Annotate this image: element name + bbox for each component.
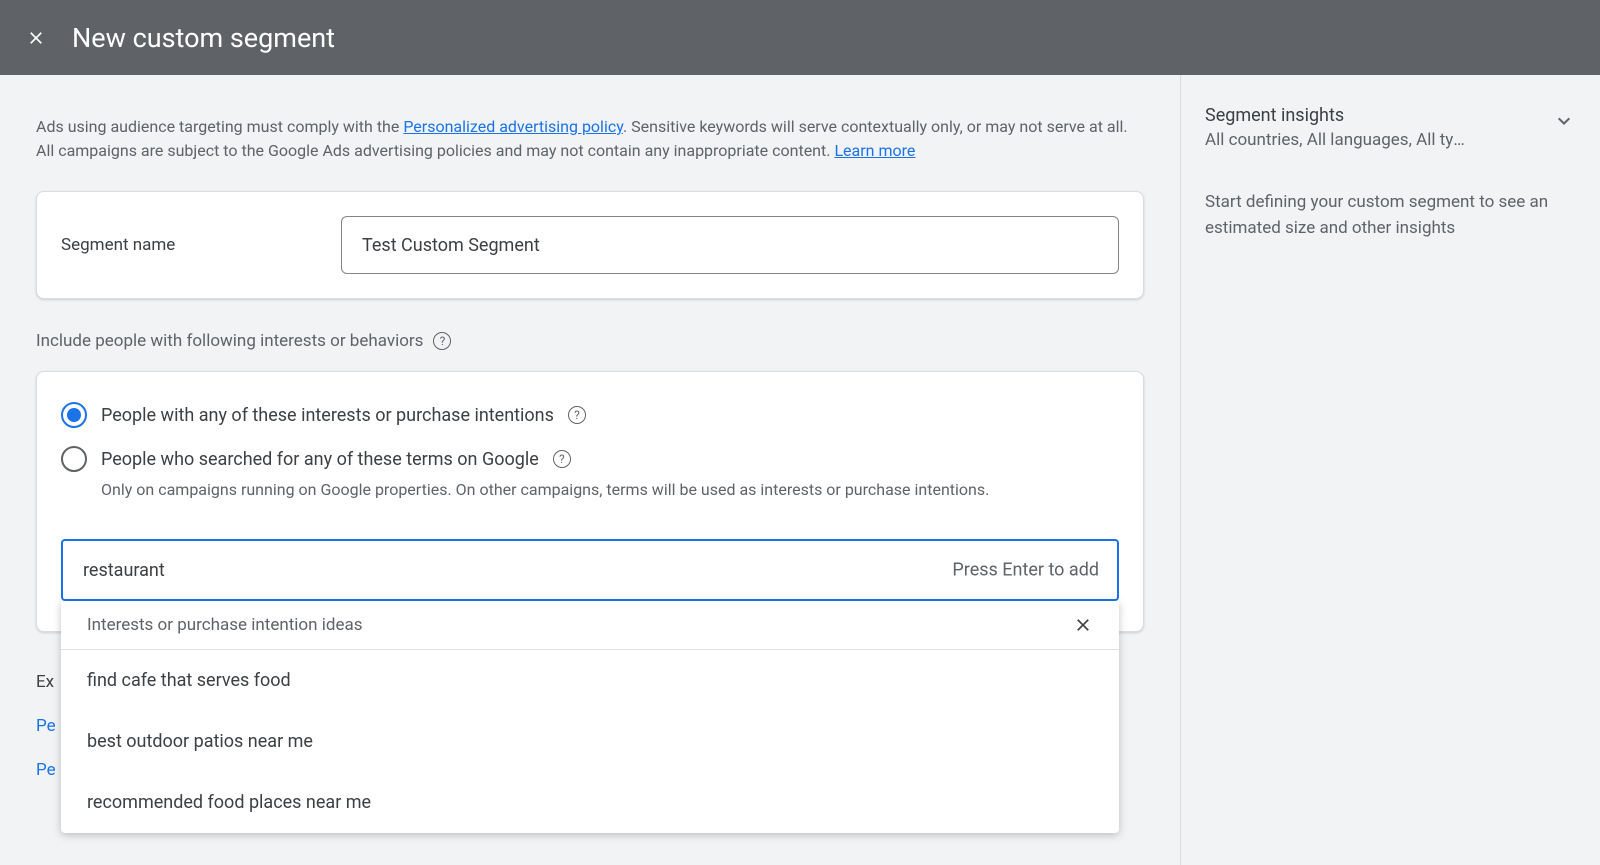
policy-notice: Ads using audience targeting must comply… <box>36 115 1144 163</box>
learn-more-link[interactable]: Learn more <box>834 141 915 160</box>
main-content: Ads using audience targeting must comply… <box>0 75 1180 865</box>
insights-description: Start defining your custom segment to se… <box>1205 190 1576 241</box>
radio-option-interests[interactable]: People with any of these interests or pu… <box>61 402 1119 428</box>
include-section-label: Include people with following interests … <box>36 331 1144 351</box>
segment-name-card: Segment name <box>36 191 1144 299</box>
options-card: People with any of these interests or pu… <box>36 371 1144 632</box>
suggestion-item[interactable]: recommended food places near me <box>61 772 1119 833</box>
suggestions-dropdown: Interests or purchase intention ideas fi… <box>61 601 1119 833</box>
suggestion-item[interactable]: best outdoor patios near me <box>61 711 1119 772</box>
policy-link[interactable]: Personalized advertising policy <box>403 117 623 136</box>
dropdown-close-button[interactable] <box>1073 615 1093 635</box>
segment-name-input[interactable] <box>341 216 1119 274</box>
radio-option-searched[interactable]: People who searched for any of these ter… <box>61 446 1119 472</box>
dropdown-header: Interests or purchase intention ideas <box>61 601 1119 650</box>
insights-title: Segment insights <box>1205 105 1465 126</box>
suggestion-item[interactable]: find cafe that serves food <box>61 650 1119 711</box>
help-icon[interactable]: ? <box>433 332 451 350</box>
help-icon[interactable]: ? <box>568 406 586 424</box>
radio-interests[interactable] <box>61 402 87 428</box>
close-icon <box>1073 615 1093 635</box>
radio-searched-subtext: Only on campaigns running on Google prop… <box>101 480 1119 499</box>
insights-header[interactable]: Segment insights All countries, All lang… <box>1205 105 1576 150</box>
segment-name-label: Segment name <box>61 235 301 255</box>
chevron-down-icon <box>1552 109 1576 133</box>
insights-toggle[interactable] <box>1552 109 1576 137</box>
close-icon <box>26 28 46 48</box>
radio-searched[interactable] <box>61 446 87 472</box>
keyword-search-input[interactable] <box>61 539 1119 601</box>
insights-sidebar: Segment insights All countries, All lang… <box>1180 75 1600 865</box>
dialog-title: New custom segment <box>72 22 335 54</box>
help-icon[interactable]: ? <box>553 450 571 468</box>
dialog-header: New custom segment <box>0 0 1600 75</box>
keyword-search-wrapper: Press Enter to add Interests or purchase… <box>61 539 1119 601</box>
insights-subtitle: All countries, All languages, All typ… <box>1205 130 1465 150</box>
close-button[interactable] <box>24 26 48 50</box>
